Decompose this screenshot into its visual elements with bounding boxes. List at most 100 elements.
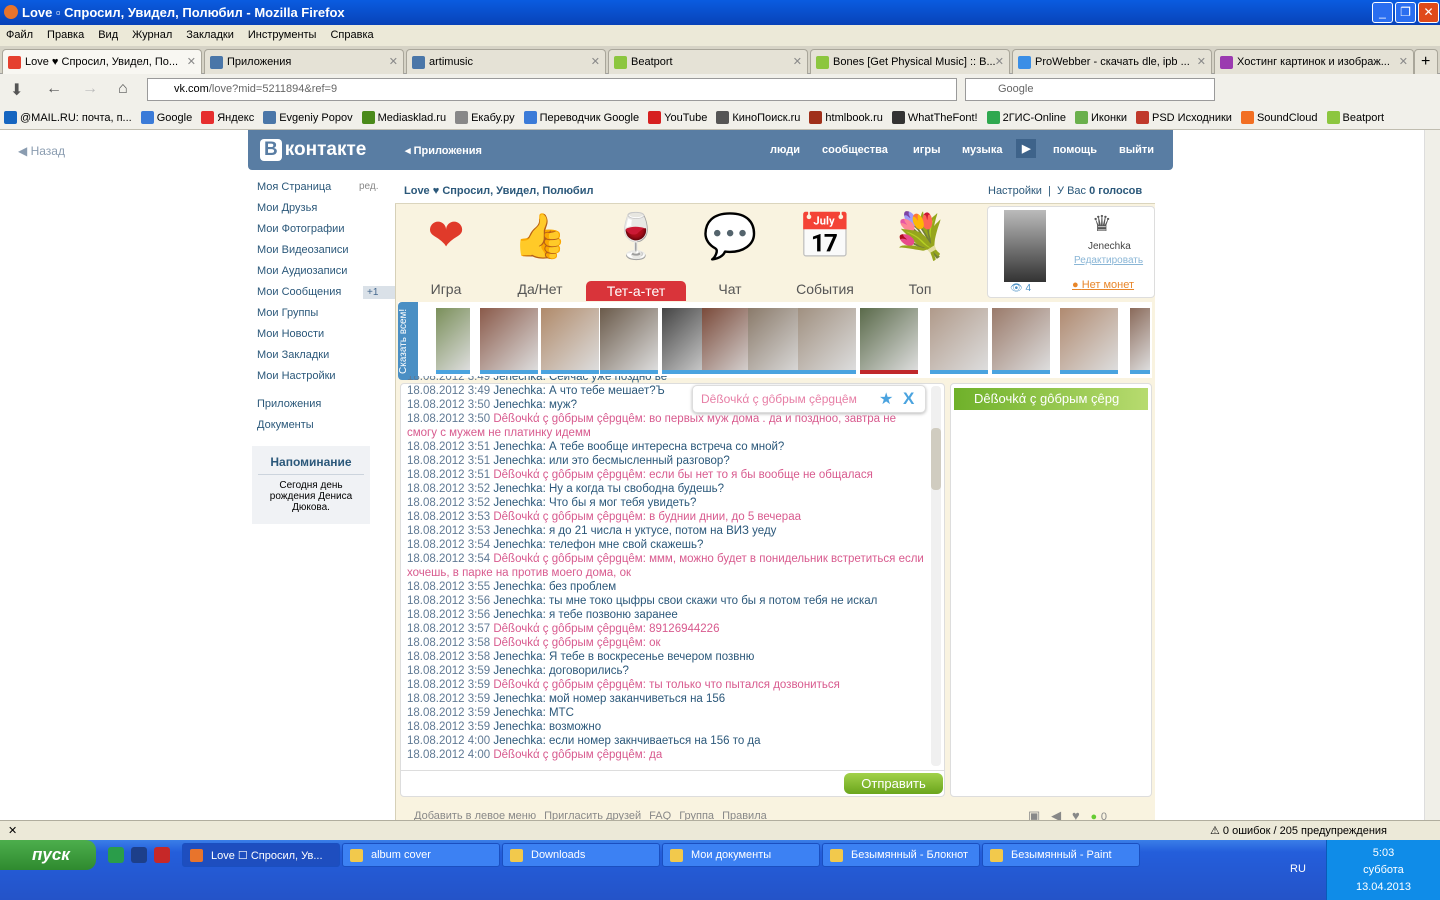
- user-photo[interactable]: [1130, 308, 1150, 374]
- back-icon[interactable]: ←: [46, 80, 62, 98]
- vk-nav-1[interactable]: сообщества: [822, 144, 888, 156]
- chat-scrollbar[interactable]: [931, 386, 941, 766]
- message-author[interactable]: Jenechka: [493, 455, 542, 467]
- user-photo[interactable]: [798, 308, 856, 374]
- message-author[interactable]: Jenechka: [493, 497, 542, 509]
- message-author[interactable]: Jenechka: [493, 595, 542, 607]
- wine-glasses-icon[interactable]: 🍷: [596, 210, 676, 280]
- message-author[interactable]: Dêßочkά ç gôбpым çêpgцêм: [493, 553, 642, 565]
- taskbar-item[interactable]: Безымянный - Paint: [982, 843, 1140, 867]
- clock-time[interactable]: 5:03: [1327, 845, 1440, 862]
- message-input[interactable]: [401, 770, 944, 771]
- user-photo[interactable]: [436, 308, 470, 374]
- page-scrollbar[interactable]: [1424, 130, 1440, 820]
- browser-tab[interactable]: Хостинг картинок и изображ... ✕: [1214, 49, 1414, 74]
- left-nav-item[interactable]: Документы: [257, 419, 349, 440]
- language-indicator[interactable]: RU: [1290, 863, 1306, 875]
- home-icon[interactable]: ⌂: [118, 80, 128, 98]
- menu-item[interactable]: Правка: [47, 29, 84, 41]
- menu-item[interactable]: Файл: [6, 29, 33, 41]
- left-nav-item[interactable]: Мои Новости: [257, 328, 349, 349]
- message-author[interactable]: Dêßочkά ç gôбpым çêpgцêм: [493, 623, 642, 635]
- menu-item[interactable]: Справка: [330, 29, 373, 41]
- browser-tab[interactable]: Приложения ✕: [204, 49, 404, 74]
- user-photo[interactable]: [930, 308, 988, 374]
- tab-close-icon[interactable]: ✕: [1197, 55, 1206, 68]
- error-status[interactable]: ⚠ 0 ошибок / 205 предупреждения: [1210, 824, 1387, 837]
- vk-nav-4[interactable]: помощь: [1053, 144, 1097, 156]
- tab-close-icon[interactable]: ✕: [1399, 55, 1408, 68]
- left-nav-item[interactable]: Мои Настройки: [257, 370, 349, 391]
- left-nav-item[interactable]: Мои Аудиозаписи: [257, 265, 349, 286]
- message-author[interactable]: Jenechka: [493, 707, 542, 719]
- bookmark-item[interactable]: Mediasklad.ru: [361, 111, 446, 124]
- message-author[interactable]: Jenechka: [493, 539, 542, 551]
- message-author[interactable]: Jenechka: [493, 399, 542, 411]
- tab-close-icon[interactable]: ✕: [591, 55, 600, 68]
- message-author[interactable]: Jenechka: [493, 385, 542, 397]
- close-statusbar-icon[interactable]: ✕: [8, 825, 17, 837]
- app-nav-1[interactable]: Да/Нет: [500, 281, 580, 297]
- tab-close-icon[interactable]: ✕: [187, 55, 196, 68]
- bookmark-item[interactable]: 2ГИС-Online: [986, 111, 1066, 124]
- message-author[interactable]: Jenechka: [493, 665, 542, 677]
- quicklaunch-icon[interactable]: [108, 847, 124, 863]
- minimize-button[interactable]: _: [1372, 2, 1393, 23]
- browser-tab[interactable]: Love ♥ Спросил, Увидел, По... ✕: [2, 49, 202, 74]
- message-author[interactable]: Dêßочkά ç gôбpым çêpgцêм: [493, 637, 642, 649]
- bookmark-item[interactable]: Екабу.ру: [455, 111, 515, 124]
- app-nav-0[interactable]: Игра: [406, 281, 486, 297]
- settings-link[interactable]: Настройки: [988, 185, 1042, 197]
- taskbar-item[interactable]: Love ☐ Спросил, Ув...: [182, 843, 340, 867]
- message-author[interactable]: Dêßочkά ç gôбpым çêpgцêм: [493, 469, 642, 481]
- bookmark-item[interactable]: Evgeniy Popov: [263, 111, 353, 124]
- tab-close-icon[interactable]: ✕: [389, 55, 398, 68]
- star-icon[interactable]: ★: [879, 389, 893, 409]
- bookmark-item[interactable]: WhatTheFont!: [891, 111, 978, 124]
- message-author[interactable]: Jenechka: [493, 483, 542, 495]
- left-nav-item[interactable]: Мои Сообщения +1: [257, 286, 477, 307]
- vk-nav-5[interactable]: выйти: [1119, 144, 1154, 156]
- send-button[interactable]: Отправить: [844, 773, 943, 794]
- app-nav-3[interactable]: Чат: [690, 281, 770, 297]
- message-author[interactable]: Jenechka: [493, 693, 542, 705]
- back-link[interactable]: ◀ Назад: [18, 144, 65, 158]
- app-nav-2[interactable]: Тет-а-тет: [586, 281, 686, 301]
- edit-profile-link[interactable]: Редактировать: [1074, 255, 1143, 266]
- user-photo[interactable]: [992, 308, 1050, 374]
- message-author[interactable]: Jenechka: [493, 735, 542, 747]
- menu-item[interactable]: Инструменты: [248, 29, 317, 41]
- vk-nav-2[interactable]: игры: [913, 144, 940, 156]
- browser-tab[interactable]: artimusic ✕: [406, 49, 606, 74]
- left-nav-item[interactable]: Мои Группы: [257, 307, 349, 328]
- maximize-button[interactable]: ❐: [1395, 2, 1416, 23]
- left-nav-item[interactable]: Мои Видеозаписи: [257, 244, 349, 265]
- user-photo[interactable]: [860, 308, 918, 374]
- bookmark-item[interactable]: SoundCloud: [1240, 111, 1318, 124]
- search-input[interactable]: Google: [965, 78, 1215, 101]
- bookmark-item[interactable]: Google: [140, 111, 192, 124]
- left-nav-item[interactable]: Моя Страница ред.: [257, 181, 379, 202]
- bookmark-item[interactable]: htmlbook.ru: [809, 111, 883, 124]
- taskbar-item[interactable]: album cover: [342, 843, 500, 867]
- message-author[interactable]: Dêßочkά ç gôбpым çêpgцêм: [493, 749, 642, 761]
- message-author[interactable]: Dêßочkά ç gôбpым çêpgцêм: [493, 511, 642, 523]
- bookmark-item[interactable]: Beatport: [1326, 111, 1384, 124]
- quicklaunch-icon[interactable]: [131, 847, 147, 863]
- left-nav-item[interactable]: Приложения: [257, 398, 349, 419]
- close-chat-icon[interactable]: X: [903, 389, 914, 409]
- hearts-bouquet-icon[interactable]: 💐: [880, 210, 960, 280]
- message-author[interactable]: Jenechka: [493, 441, 542, 453]
- message-author[interactable]: Jenechka: [493, 581, 542, 593]
- new-tab-button[interactable]: +: [1414, 49, 1438, 74]
- bookmark-item[interactable]: YouTube: [648, 111, 707, 124]
- close-button[interactable]: ✕: [1418, 2, 1439, 23]
- quicklaunch-icon[interactable]: [154, 847, 170, 863]
- vk-apps-link[interactable]: ◂ Приложения: [405, 144, 482, 157]
- user-photo[interactable]: [541, 308, 599, 374]
- message-author[interactable]: Jenechka: [493, 651, 542, 663]
- heart-play-icon[interactable]: ❤: [406, 210, 486, 280]
- left-nav-item[interactable]: Мои Фотографии: [257, 223, 349, 244]
- taskbar-item[interactable]: Безымянный - Блокнот: [822, 843, 980, 867]
- user-photo[interactable]: [1060, 308, 1118, 374]
